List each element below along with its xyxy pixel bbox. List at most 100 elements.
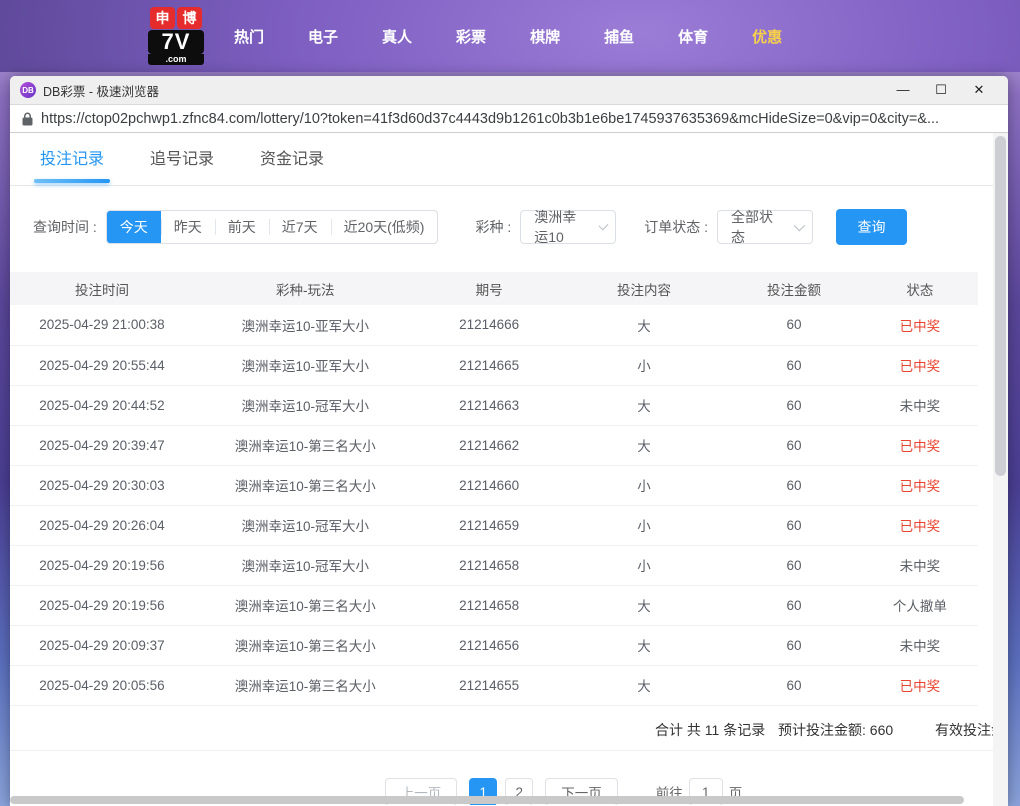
horizontal-scrollbar[interactable] [10,796,993,804]
record-count: 合计 共 11 条记录 [655,720,765,740]
summary-bar: 合计 共 11 条记录 预计投注金额: 660 有效投注金额 [10,706,1008,751]
time-option-3[interactable]: 前天 [215,210,269,244]
cell-bet-content: 大 [562,385,727,425]
cell-issue-number: 21214666 [417,305,562,345]
cell-status: 未中奖 [862,625,978,665]
address-bar[interactable]: https://ctop02pchwp1.zfnc84.com/lottery/… [10,104,1008,133]
cell-game-play: 澳洲幸运10-第三名大小 [194,585,417,625]
cell-status: 个人撤单 [862,585,978,625]
cell-bet-time: 2025-04-29 21:00:38 [10,305,194,345]
time-range-group: 今天昨天前天近7天近20天(低频) [106,210,439,244]
lottery-records-page: 投注记录追号记录资金记录 查询时间 : 今天昨天前天近7天近20天(低频) 彩种… [10,133,1008,805]
nav-item-7[interactable]: 体育 [656,26,730,47]
browser-window: DB DB彩票 - 极速浏览器 — ☐ ✕ https://ctop02pchw… [10,76,1008,806]
cell-bet-amount: 60 [726,465,862,505]
url-text[interactable]: https://ctop02pchwp1.zfnc84.com/lottery/… [41,111,939,127]
column-header-6: 状态 [862,272,978,305]
cell-bet-time: 2025-04-29 20:39:47 [10,425,194,465]
table-row: 2025-04-29 20:19:56澳洲幸运10-第三名大小21214658大… [10,585,978,625]
minimize-icon[interactable]: — [884,76,922,104]
nav-item-1[interactable]: 热门 [212,26,286,47]
cell-bet-amount: 60 [726,385,862,425]
cell-bet-time: 2025-04-29 20:19:56 [10,545,194,585]
cell-bet-time: 2025-04-29 20:05:56 [10,665,194,705]
search-button[interactable]: 查询 [836,209,907,245]
cell-bet-time: 2025-04-29 20:30:03 [10,465,194,505]
chevron-down-icon [598,221,608,231]
lock-icon [22,112,33,126]
cell-game-play: 澳洲幸运10-第三名大小 [194,665,417,705]
column-header-5: 投注金额 [726,272,862,305]
nav-item-6[interactable]: 捕鱼 [582,26,656,47]
status-filter-label: 订单状态 : [644,217,708,237]
window-titlebar[interactable]: DB DB彩票 - 极速浏览器 — ☐ ✕ [10,76,1008,104]
nav-item-5[interactable]: 棋牌 [508,26,582,47]
cell-game-play: 澳洲幸运10-亚军大小 [194,305,417,345]
lottery-select-value: 澳洲幸运10 [534,207,589,247]
time-option-4[interactable]: 近7天 [269,210,331,244]
maximize-icon[interactable]: ☐ [922,76,960,104]
expected-amount: 预计投注金额: 660 [778,720,893,740]
order-status-select[interactable]: 全部状态 [717,210,813,244]
nav-item-2[interactable]: 电子 [286,26,360,47]
cell-status: 已中奖 [862,305,978,345]
column-header-2: 彩种-玩法 [194,272,417,305]
column-header-3: 期号 [417,272,562,305]
chevron-down-icon [794,220,805,231]
window-title: DB彩票 - 极速浏览器 [43,81,159,100]
logo-com: .com [148,54,204,65]
cell-bet-amount: 60 [726,665,862,705]
cell-bet-content: 小 [562,465,727,505]
tab-2[interactable]: 追号记录 [150,133,214,186]
cell-bet-amount: 60 [726,305,862,345]
column-header-1: 投注时间 [10,272,194,305]
nav-item-8[interactable]: 优惠 [730,26,804,47]
site-logo[interactable]: 申 博 7V .com [148,7,204,65]
table-row: 2025-04-29 21:00:38澳洲幸运10-亚军大小21214666大6… [10,305,978,345]
tab-1[interactable]: 投注记录 [40,133,104,186]
table-row: 2025-04-29 20:05:56澳洲幸运10-第三名大小21214655大… [10,665,978,705]
cell-bet-content: 小 [562,545,727,585]
site-navbar: 申 博 7V .com 热门电子真人彩票棋牌捕鱼体育优惠 [0,0,1020,72]
table-row: 2025-04-29 20:39:47澳洲幸运10-第三名大小21214662大… [10,425,978,465]
cell-bet-amount: 60 [726,505,862,545]
cell-status: 未中奖 [862,385,978,425]
table-row: 2025-04-29 20:55:44澳洲幸运10-亚军大小21214665小6… [10,345,978,385]
cell-status: 未中奖 [862,545,978,585]
filter-bar: 查询时间 : 今天昨天前天近7天近20天(低频) 彩种 : 澳洲幸运10 订单状… [10,209,1008,245]
cell-issue-number: 21214658 [417,545,562,585]
lottery-select[interactable]: 澳洲幸运10 [520,210,616,244]
cell-bet-content: 大 [562,425,727,465]
cell-bet-content: 大 [562,665,727,705]
cell-game-play: 澳洲幸运10-冠军大小 [194,385,417,425]
horizontal-scrollbar-thumb[interactable] [10,796,964,804]
cell-game-play: 澳洲幸运10-冠军大小 [194,545,417,585]
cell-issue-number: 21214655 [417,665,562,705]
nav-item-3[interactable]: 真人 [360,26,434,47]
vertical-scrollbar[interactable] [993,133,1008,806]
vertical-scrollbar-thumb[interactable] [995,136,1006,476]
cell-bet-amount: 60 [726,585,862,625]
cell-bet-time: 2025-04-29 20:55:44 [10,345,194,385]
time-option-1[interactable]: 今天 [107,210,161,244]
time-option-5[interactable]: 近20天(低频) [331,210,438,244]
close-icon[interactable]: ✕ [960,76,998,104]
cell-issue-number: 21214660 [417,465,562,505]
cell-bet-time: 2025-04-29 20:26:04 [10,505,194,545]
table-row: 2025-04-29 20:30:03澳洲幸运10-第三名大小21214660小… [10,465,978,505]
table-row: 2025-04-29 20:19:56澳洲幸运10-冠军大小21214658小6… [10,545,978,585]
cell-game-play: 澳洲幸运10-第三名大小 [194,425,417,465]
cell-game-play: 澳洲幸运10-冠军大小 [194,505,417,545]
table-row: 2025-04-29 20:26:04澳洲幸运10-冠军大小21214659小6… [10,505,978,545]
cell-bet-content: 小 [562,345,727,385]
order-status-value: 全部状态 [731,207,784,247]
cell-bet-content: 小 [562,505,727,545]
tab-3[interactable]: 资金记录 [260,133,324,186]
time-option-2[interactable]: 昨天 [161,210,215,244]
nav-item-4[interactable]: 彩票 [434,26,508,47]
cell-issue-number: 21214663 [417,385,562,425]
cell-bet-time: 2025-04-29 20:44:52 [10,385,194,425]
cell-bet-content: 大 [562,305,727,345]
cell-issue-number: 21214656 [417,625,562,665]
cell-game-play: 澳洲幸运10-第三名大小 [194,625,417,665]
